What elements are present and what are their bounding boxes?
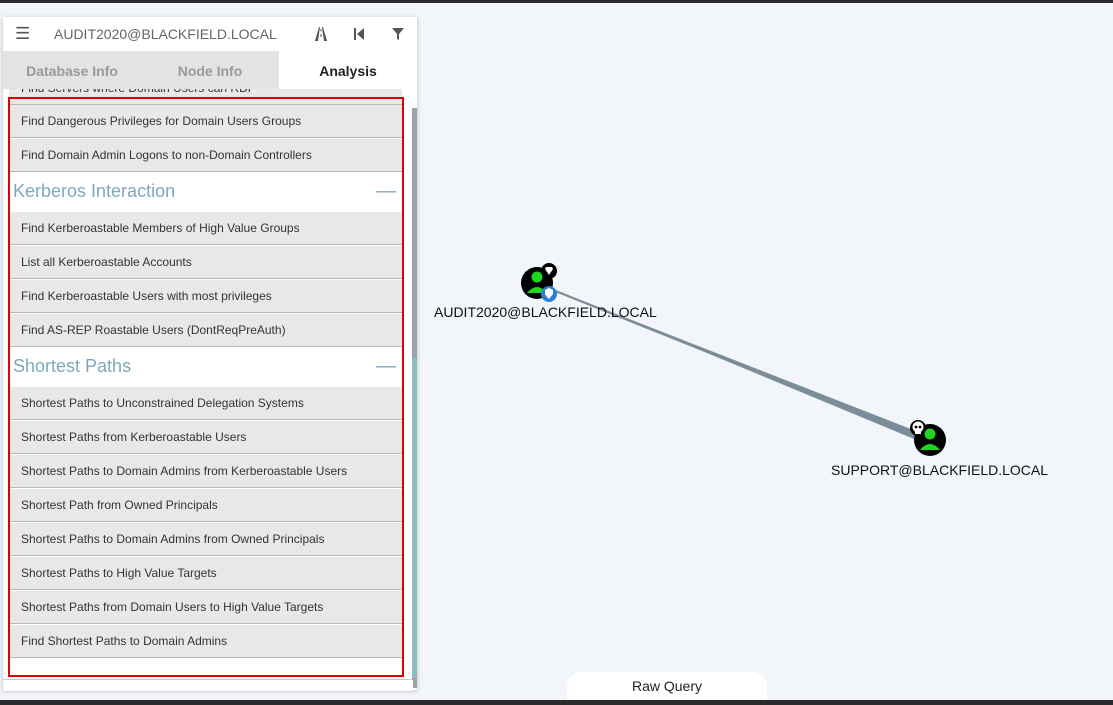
query-item[interactable]: List all Kerberoastable Accounts <box>9 246 402 279</box>
query-item[interactable]: Shortest Paths from Kerberoastable Users <box>9 421 402 454</box>
query-item[interactable]: Find AS-REP Roastable Users (DontReqPreA… <box>9 314 402 347</box>
shield-badge-icon <box>541 286 557 302</box>
tab-database-info[interactable]: Database Info <box>3 51 141 89</box>
tab-analysis[interactable]: Analysis <box>279 51 417 89</box>
scrollbar[interactable] <box>412 108 417 688</box>
filter-icon[interactable] <box>389 25 407 43</box>
query-item[interactable]: Shortest Paths from Domain Users to High… <box>9 591 402 624</box>
query-item[interactable]: Shortest Paths to Domain Admins from Ker… <box>9 455 402 488</box>
tab-node-info[interactable]: Node Info <box>141 51 279 89</box>
left-panel: ☰ AUDIT2020@BLACKFIELD.LOCAL Database In… <box>3 17 417 691</box>
section-title: Shortest Paths <box>13 356 132 376</box>
section-shortest-paths[interactable]: Shortest Paths — <box>9 347 402 387</box>
collapse-icon[interactable]: — <box>376 355 396 378</box>
hamburger-icon[interactable]: ☰ <box>15 25 30 43</box>
node-audit2020[interactable] <box>521 263 557 302</box>
query-item[interactable]: Find Domain Admin Logons to non-Domain C… <box>9 139 402 172</box>
section-kerberos-interaction[interactable]: Kerberos Interaction — <box>9 172 402 212</box>
collapse-icon[interactable]: — <box>376 180 396 203</box>
query-item[interactable]: Find Kerberoastable Users with most priv… <box>9 280 402 313</box>
query-item[interactable]: Shortest Paths to Domain Admins from Own… <box>9 523 402 556</box>
query-item[interactable]: Find Dangerous Privileges for Domain Use… <box>9 105 402 138</box>
node-label-support: SUPPORT@BLACKFIELD.LOCAL <box>831 462 1049 478</box>
search-row: ☰ AUDIT2020@BLACKFIELD.LOCAL <box>3 17 417 51</box>
query-item[interactable]: Shortest Path from Owned Principals <box>9 489 402 522</box>
analysis-list: Find Servers where Domain Users can RDP … <box>3 89 413 679</box>
scrollbar-thumb[interactable] <box>412 358 417 678</box>
bottom-window-bar <box>0 700 1113 705</box>
query-item[interactable]: Find Kerberoastable Members of High Valu… <box>9 212 402 245</box>
node-support[interactable] <box>910 420 946 456</box>
road-path-icon[interactable] <box>312 25 330 43</box>
query-item[interactable]: Shortest Paths to High Value Targets <box>9 557 402 590</box>
query-item[interactable]: Find Shortest Paths to Domain Admins <box>9 625 402 658</box>
query-item[interactable]: Shortest Paths to Unconstrained Delegati… <box>9 387 402 420</box>
tab-bar: Database Info Node Info Analysis <box>3 51 417 89</box>
raw-query-button[interactable]: Raw Query <box>567 672 767 702</box>
node-label-audit2020: AUDIT2020@BLACKFIELD.LOCAL <box>434 304 657 320</box>
diamond-badge-icon <box>541 263 557 279</box>
panel-footer <box>3 679 413 691</box>
query-item[interactable]: Find Servers where Domain Users can RDP <box>9 89 402 105</box>
search-input[interactable]: AUDIT2020@BLACKFIELD.LOCAL <box>54 26 277 42</box>
section-title: Kerberos Interaction <box>13 181 176 201</box>
back-step-icon[interactable] <box>350 25 368 43</box>
skull-badge-icon <box>910 420 926 436</box>
